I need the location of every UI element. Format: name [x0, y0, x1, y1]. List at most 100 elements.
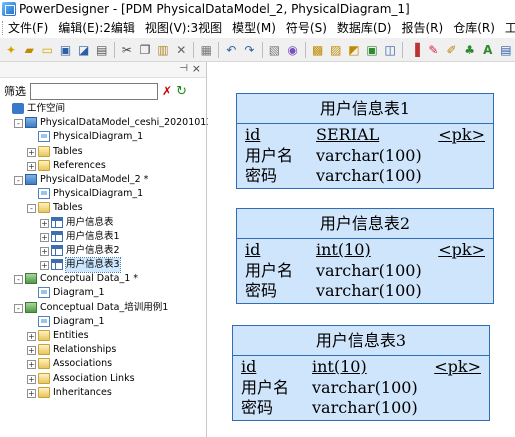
menu-file[interactable]: 文件(F) — [3, 18, 53, 38]
filter-input[interactable] — [30, 82, 158, 100]
tree-item[interactable]: PhysicalDiagram_1 — [0, 187, 206, 201]
tree-item[interactable]: PhysicalDiagram_1 — [0, 130, 206, 144]
collapse-icon[interactable]: - — [27, 204, 36, 214]
table-tool-icon[interactable]: ▤ — [499, 42, 513, 58]
toolbar-separator — [304, 41, 306, 58]
tree-item-label: 工作空间 — [27, 103, 66, 114]
tree-item[interactable]: + 用户信息表3 — [0, 257, 206, 274]
tree-item[interactable]: + References — [0, 159, 206, 173]
pointer-icon[interactable]: ✎ — [426, 42, 440, 58]
open-icon[interactable]: ▰ — [22, 42, 36, 58]
tree-item-label: PhysicalDiagram_1 — [53, 131, 144, 143]
folder-icon[interactable]: ▭ — [40, 42, 54, 58]
tree-item[interactable]: Diagram_1 — [0, 286, 206, 300]
diagram-icon — [38, 315, 50, 327]
menu-report[interactable]: 报告(R) — [396, 18, 448, 38]
expand-icon[interactable]: + — [27, 147, 36, 157]
close-icon[interactable]: × — [192, 62, 201, 75]
check-model-icon[interactable]: ◩ — [347, 42, 361, 58]
pin-icon[interactable]: ⊣ — [179, 63, 188, 74]
result-icon[interactable]: ▨ — [329, 42, 343, 58]
collapse-icon[interactable]: - — [14, 175, 23, 185]
expand-icon[interactable]: + — [27, 388, 36, 398]
tree-item[interactable]: + Entities — [0, 329, 206, 343]
tree-item-label: Tables — [53, 145, 83, 157]
collapse-icon[interactable]: - — [14, 119, 23, 129]
diagram-canvas[interactable]: 用户信息表1 id SERIAL <pk> 用户名 varchar(100) 密… — [208, 62, 515, 437]
generate-icon[interactable]: ▣ — [365, 42, 379, 58]
entity-table-1[interactable]: 用户信息表1 id SERIAL <pk> 用户名 varchar(100) 密… — [236, 93, 494, 189]
expand-icon[interactable]: + — [40, 261, 49, 271]
column-name: 密码 — [245, 281, 278, 300]
column-type: varchar(100) — [316, 260, 422, 280]
redo-icon[interactable]: ↷ — [242, 42, 256, 58]
new-icon[interactable]: ✦ — [4, 42, 18, 58]
expand-icon[interactable]: + — [40, 246, 49, 256]
tree-item[interactable]: + Association Links — [0, 372, 206, 386]
browser-icon[interactable]: ◉ — [286, 42, 300, 58]
cut-icon[interactable]: ✂ — [120, 42, 134, 58]
expand-icon[interactable]: + — [27, 374, 36, 384]
find-icon[interactable]: ▧ — [267, 42, 281, 58]
tree-item[interactable]: 工作空间 — [0, 102, 206, 116]
clear-filter-icon[interactable]: ✗ — [162, 84, 172, 98]
folder-icon — [38, 372, 50, 384]
output-icon[interactable]: ▩ — [311, 42, 325, 58]
tree-item[interactable]: + Relationships — [0, 343, 206, 357]
tree-item[interactable]: - Conceptual Data_1 * — [0, 272, 206, 286]
title-bar: PowerDesigner - [PDM PhysicalDataModel_2… — [0, 0, 515, 18]
menu-repository[interactable]: 仓库(R) — [448, 18, 500, 38]
menu-symbol[interactable]: 符号(S) — [281, 18, 332, 38]
expand-icon[interactable]: + — [40, 232, 49, 242]
tree-item-label: Conceptual Data_1 * — [40, 273, 139, 285]
copy-icon[interactable]: ❐ — [138, 42, 152, 58]
expand-icon[interactable]: + — [40, 218, 49, 228]
tree-item[interactable]: - PhysicalDataModel_ceshi_20201013 — [0, 116, 212, 130]
expand-icon[interactable]: + — [27, 161, 36, 171]
column-row: 密码 varchar(100) — [237, 166, 493, 187]
zoom-icon[interactable]: ◫ — [383, 42, 397, 58]
tree-item[interactable]: Diagram_1 — [0, 315, 206, 329]
report-icon[interactable]: ▐ — [408, 42, 422, 58]
column-row: 用户名 varchar(100) — [233, 378, 489, 399]
tree-item[interactable]: - Conceptual Data_培训用例1 — [0, 301, 206, 315]
tree-item[interactable]: + Inheritances — [0, 386, 206, 400]
collapse-icon[interactable]: - — [14, 303, 23, 313]
menu-model[interactable]: 模型(M) — [227, 18, 281, 38]
pdm-icon — [25, 117, 37, 129]
browser-pane-header: ⊣ × — [0, 62, 206, 78]
table-icon — [51, 216, 63, 228]
paste-icon[interactable]: ▥ — [156, 42, 170, 58]
text-icon[interactable]: A — [481, 42, 495, 58]
delete-icon[interactable]: ✕ — [174, 42, 188, 58]
properties-icon[interactable]: ▦ — [199, 42, 213, 58]
tree-item-label: Diagram_1 — [53, 287, 105, 299]
expand-icon[interactable]: + — [27, 360, 36, 370]
expand-icon[interactable]: + — [27, 346, 36, 356]
collapse-icon[interactable]: - — [14, 275, 23, 285]
save-all-icon[interactable]: ◪ — [77, 42, 91, 58]
entity-table-2[interactable]: 用户信息表2 id int(10) <pk> 用户名 varchar(100) … — [236, 208, 494, 304]
menu-view[interactable]: 视图(V):3视图 — [140, 18, 227, 38]
tree-item[interactable]: + Associations — [0, 357, 206, 371]
refresh-filter-icon[interactable]: ↻ — [176, 84, 187, 99]
menu-tools[interactable]: 工具 — [500, 18, 515, 38]
tree-item[interactable]: - Tables — [0, 201, 206, 215]
column-row: 用户名 varchar(100) — [237, 261, 493, 282]
tree-item[interactable]: + 用户信息表1 — [0, 230, 206, 244]
undo-icon[interactable]: ↶ — [224, 42, 238, 58]
tree-item[interactable]: - PhysicalDataModel_2 * — [0, 173, 206, 187]
tree-item[interactable]: + 用户信息表 — [0, 216, 206, 230]
tree-item[interactable]: + Tables — [0, 145, 206, 159]
save-icon[interactable]: ▣ — [58, 42, 72, 58]
brush-icon[interactable]: ✐ — [444, 42, 458, 58]
expand-icon[interactable]: + — [27, 332, 36, 341]
entity-table-3[interactable]: 用户信息表3 id int(10) <pk> 用户名 varchar(100) … — [232, 325, 490, 421]
folder-icon — [38, 386, 50, 398]
print-icon[interactable]: ▤ — [95, 42, 109, 58]
tree-item[interactable]: + 用户信息表2 — [0, 244, 206, 258]
menu-database[interactable]: 数据库(D) — [332, 18, 397, 38]
grabber-icon[interactable]: ♣ — [463, 42, 477, 58]
column-row: id int(10) <pk> — [237, 240, 493, 261]
menu-edit[interactable]: 编辑(E):2编辑 — [53, 18, 140, 38]
